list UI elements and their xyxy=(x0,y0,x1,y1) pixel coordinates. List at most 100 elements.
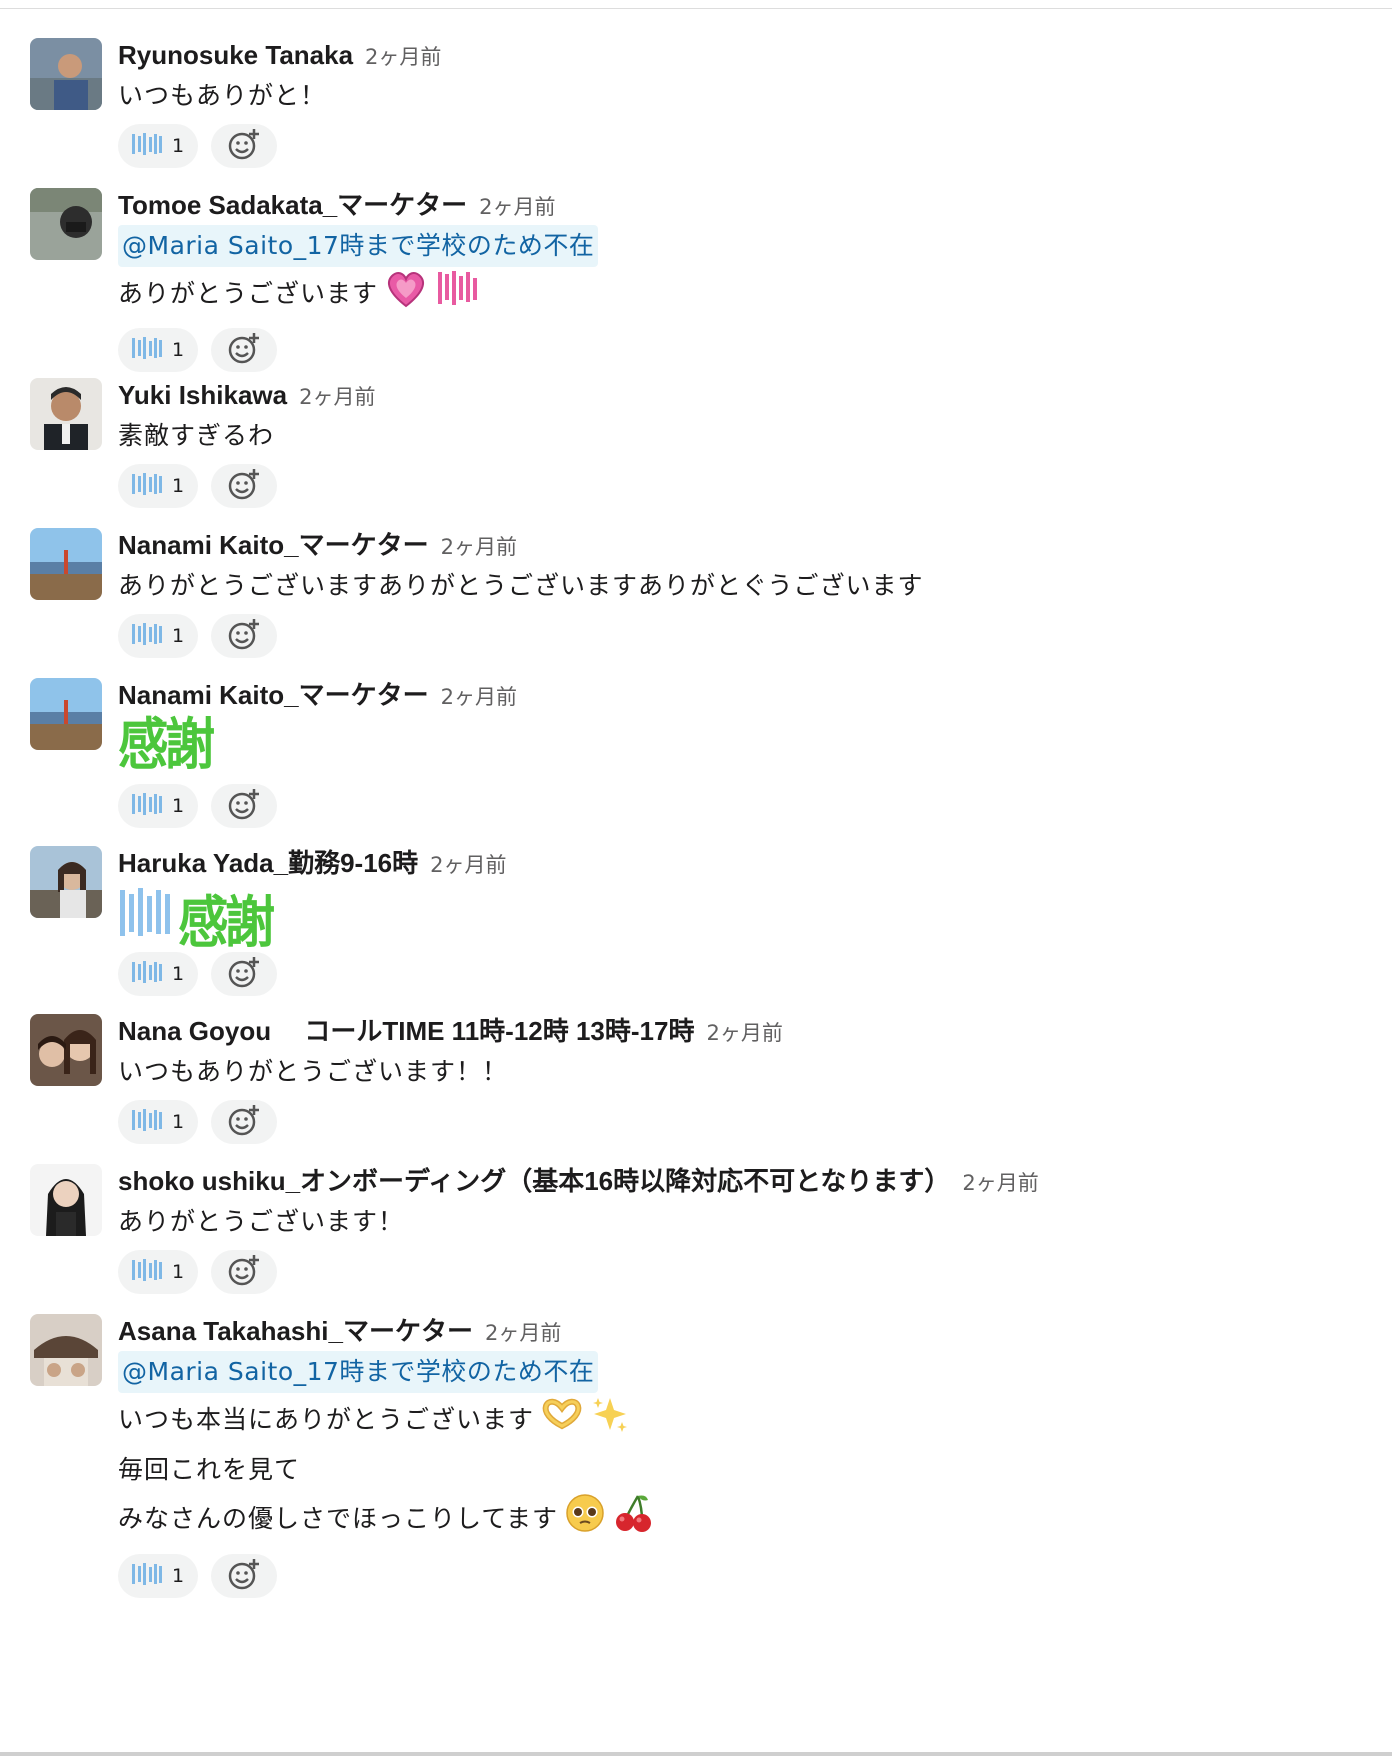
reaction-count: 1 xyxy=(172,625,185,647)
add-reaction-button[interactable] xyxy=(211,124,278,168)
reaction-pill[interactable]: 1 xyxy=(118,1100,199,1144)
kansha-desu-stamp-icon xyxy=(434,268,480,322)
reaction-pill[interactable]: 1 xyxy=(118,614,199,658)
reaction-bar: 1 xyxy=(118,1100,1362,1148)
bottom-divider xyxy=(0,1752,1392,1756)
add-reaction-icon xyxy=(227,955,261,993)
add-reaction-icon xyxy=(227,331,261,369)
arigatou-stamp-icon xyxy=(130,130,164,162)
user-mention[interactable]: @Maria Saito_17時まで学校のため不在 xyxy=(118,225,599,267)
arigatou-stamp-icon xyxy=(130,470,164,502)
avatar[interactable] xyxy=(30,1014,102,1086)
reaction-count: 1 xyxy=(172,963,185,985)
author-name[interactable]: shoko ushiku_オンボーディング（基本16時以降対応不可となります） xyxy=(118,1166,950,1196)
message-text: ありがとうございます！ xyxy=(118,1207,405,1236)
timestamp[interactable]: 2ヶ月前 xyxy=(430,853,506,877)
add-reaction-button[interactable] xyxy=(211,464,278,508)
add-reaction-icon xyxy=(227,1253,261,1291)
user-mention[interactable]: @Maria Saito_17時まで学校のため不在 xyxy=(118,1351,599,1393)
timestamp[interactable]: 2ヶ月前 xyxy=(365,45,441,69)
author-name[interactable]: Nanami Kaito_マーケター xyxy=(118,680,429,710)
add-reaction-button[interactable] xyxy=(211,1554,278,1598)
arigatou-stamp-icon xyxy=(130,1256,164,1288)
avatar[interactable] xyxy=(30,38,102,110)
reaction-pill[interactable]: 1 xyxy=(118,952,199,996)
reaction-bar: 1 xyxy=(118,124,1362,172)
message-text: みなさんの優しさでほっこりしてます xyxy=(118,1504,559,1533)
reaction-count: 1 xyxy=(172,339,185,361)
top-divider xyxy=(0,8,1392,9)
avatar[interactable] xyxy=(30,188,102,260)
message-text: いつも本当にありがとうございます xyxy=(118,1405,535,1434)
timestamp[interactable]: 2ヶ月前 xyxy=(441,535,517,559)
reaction-pill[interactable]: 1 xyxy=(118,464,199,508)
add-reaction-icon xyxy=(227,127,261,165)
reaction-count: 1 xyxy=(172,475,185,497)
reaction-bar: 1 xyxy=(118,464,1362,512)
arigatou-stamp-icon xyxy=(130,620,164,652)
timestamp[interactable]: 2ヶ月前 xyxy=(441,685,517,709)
arigatou-stamp-icon xyxy=(130,958,164,990)
growing-heart-icon xyxy=(384,268,428,322)
message-text: いつもありがとうございます！！ xyxy=(118,1057,509,1086)
reaction-pill[interactable]: 1 xyxy=(118,328,199,372)
reaction-bar: 1 xyxy=(118,614,1362,662)
add-reaction-icon xyxy=(227,467,261,505)
reaction-count: 1 xyxy=(172,1565,185,1587)
reaction-bar: 1 xyxy=(118,328,1362,376)
arigatou-stamp-icon xyxy=(130,1106,164,1138)
avatar[interactable] xyxy=(30,678,102,750)
add-reaction-icon xyxy=(227,787,261,825)
timestamp[interactable]: 2ヶ月前 xyxy=(962,1171,1038,1195)
heart-hands-icon xyxy=(540,1396,584,1446)
reaction-bar: 1 xyxy=(118,784,1362,832)
message-text: ありがとうございますありがとうございますありがとぐうございます xyxy=(118,571,924,600)
reaction-bar: 1 xyxy=(118,952,1362,1000)
message-text: 素敵すぎるわ xyxy=(118,421,275,450)
timestamp[interactable]: 2ヶ月前 xyxy=(479,195,555,219)
message-text: ありがとうございます xyxy=(118,279,379,308)
author-name[interactable]: Ryunosuke Tanaka xyxy=(118,40,353,70)
avatar[interactable] xyxy=(30,1164,102,1236)
add-reaction-icon xyxy=(227,1557,261,1595)
sparkles-icon xyxy=(590,1394,630,1448)
kansha-stamp: 感謝 xyxy=(118,713,215,778)
add-reaction-button[interactable] xyxy=(211,614,278,658)
arigatou-stamp-icon xyxy=(118,882,178,946)
add-reaction-button[interactable] xyxy=(211,1100,278,1144)
arigatou-stamp-icon xyxy=(130,1560,164,1592)
author-name[interactable]: Haruka Yada_勤務9-16時 xyxy=(118,848,418,878)
reaction-pill[interactable]: 1 xyxy=(118,784,199,828)
avatar[interactable] xyxy=(30,846,102,918)
reaction-count: 1 xyxy=(172,1111,185,1133)
reaction-bar: 1 xyxy=(118,1250,1362,1298)
arigatou-stamp-icon xyxy=(130,334,164,366)
add-reaction-icon xyxy=(227,617,261,655)
add-reaction-icon xyxy=(227,1103,261,1141)
reaction-bar: 1 xyxy=(118,1554,1362,1602)
add-reaction-button[interactable] xyxy=(211,952,278,996)
add-reaction-button[interactable] xyxy=(211,784,278,828)
reaction-count: 1 xyxy=(172,135,185,157)
reaction-pill[interactable]: 1 xyxy=(118,1554,199,1598)
kansha-stamp: 感謝 xyxy=(178,891,275,956)
add-reaction-button[interactable] xyxy=(211,1250,278,1294)
reaction-pill[interactable]: 1 xyxy=(118,124,199,168)
reaction-pill[interactable]: 1 xyxy=(118,1250,199,1294)
avatar[interactable] xyxy=(30,378,102,450)
author-name[interactable]: Asana Takahashi_マーケター xyxy=(118,1316,473,1346)
avatar[interactable] xyxy=(30,1314,102,1386)
arigatou-stamp-icon xyxy=(130,790,164,822)
author-name[interactable]: Nanami Kaito_マーケター xyxy=(118,530,429,560)
cherries-icon xyxy=(612,1492,654,1548)
timestamp[interactable]: 2ヶ月前 xyxy=(485,1321,561,1345)
add-reaction-button[interactable] xyxy=(211,328,278,372)
author-name[interactable]: Yuki Ishikawa xyxy=(118,380,287,410)
timestamp[interactable]: 2ヶ月前 xyxy=(706,1021,782,1045)
message-text: いつもありがと！ xyxy=(118,81,327,110)
timestamp[interactable]: 2ヶ月前 xyxy=(299,385,375,409)
author-name[interactable]: Tomoe Sadakata_マーケター xyxy=(118,190,467,220)
avatar[interactable] xyxy=(30,528,102,600)
author-name[interactable]: Nana Goyou コールTIME 11時-12時 13時-17時 xyxy=(118,1016,694,1046)
reaction-count: 1 xyxy=(172,795,185,817)
